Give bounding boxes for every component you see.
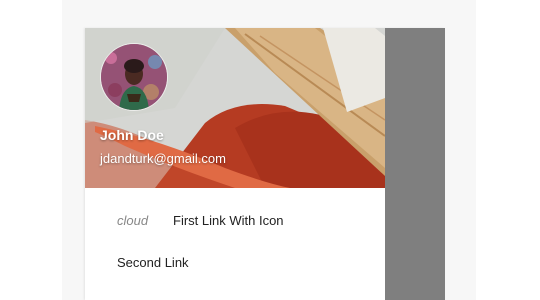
nav-link-first[interactable]: cloud First Link With Icon [85, 188, 385, 252]
nav-link-second[interactable]: Second Link [85, 246, 385, 278]
nav-menu: cloud First Link With Icon Second Link [85, 188, 385, 278]
app-frame: John Doe jdandturk@gmail.com cloud First… [85, 28, 445, 300]
user-avatar[interactable] [100, 43, 168, 111]
cloud-icon: cloud [117, 212, 149, 228]
nav-link-label: First Link With Icon [173, 212, 284, 228]
user-email[interactable]: jdandturk@gmail.com [100, 151, 226, 166]
nav-link-label: Second Link [117, 254, 189, 270]
side-nav-drawer: John Doe jdandturk@gmail.com cloud First… [85, 28, 385, 300]
user-view-header: John Doe jdandturk@gmail.com [85, 28, 385, 188]
user-name[interactable]: John Doe [100, 127, 164, 143]
avatar-image [101, 44, 167, 110]
